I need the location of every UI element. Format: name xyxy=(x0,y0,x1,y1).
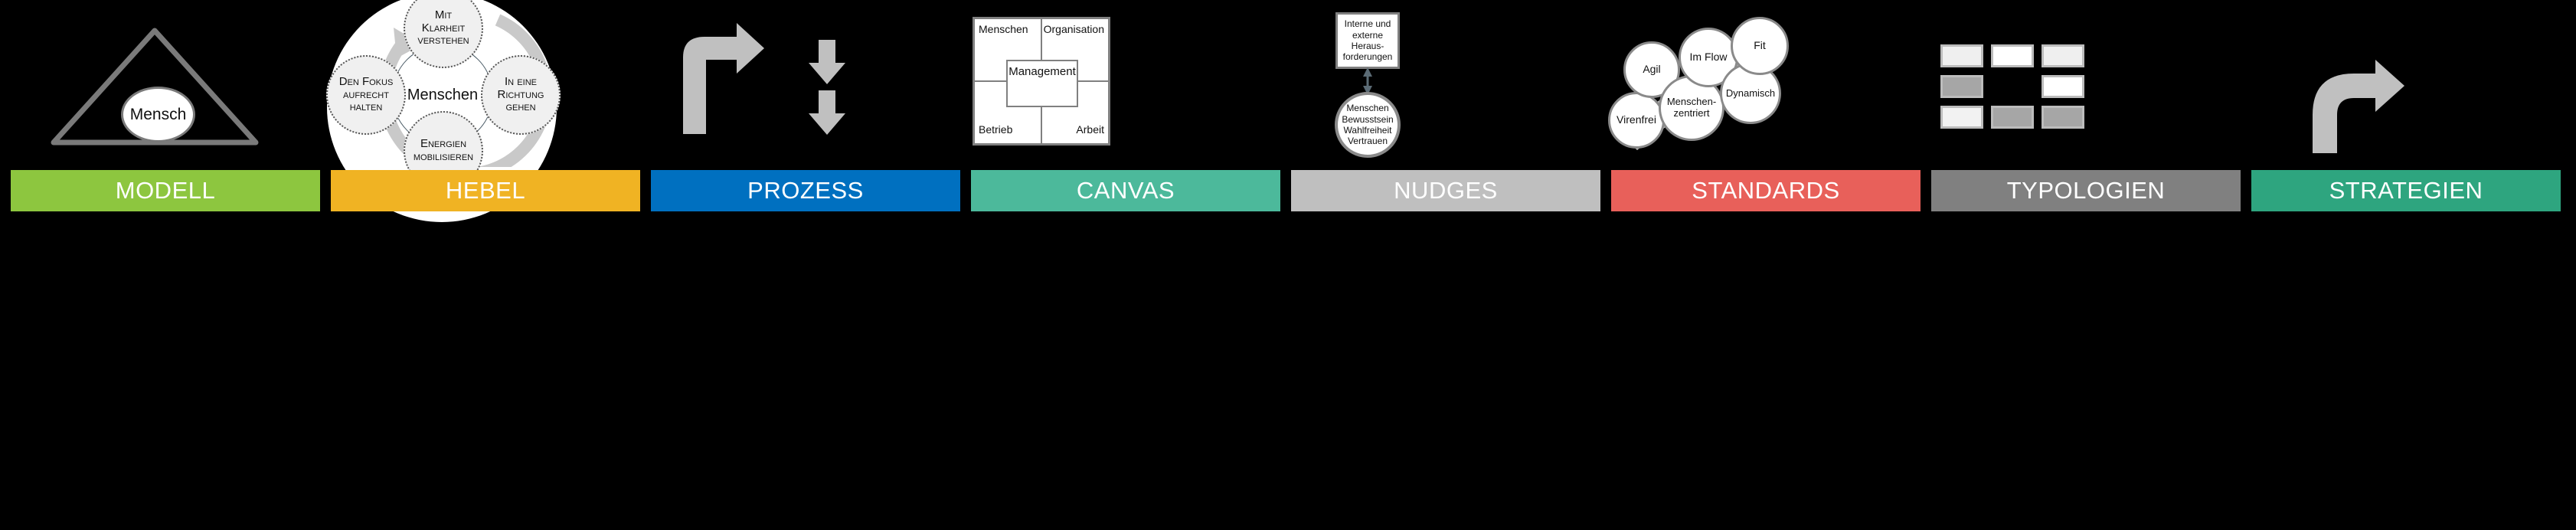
standards-circle-fit-label: Fit xyxy=(1754,39,1766,52)
standards-circle-dynamisch-label: Dynamisch xyxy=(1725,87,1776,99)
label-typologien: TYPOLOGIEN xyxy=(2006,177,2166,204)
curved-arrow-icon xyxy=(2313,60,2404,153)
label-nudges: NUDGES xyxy=(1394,177,1498,204)
typologien-tile-r1c3 xyxy=(2042,44,2084,67)
typologien-tile-r2c3 xyxy=(2042,75,2084,98)
panel-prozess: PROZESS xyxy=(651,0,960,530)
panel-typologien: TYPOLOGIEN xyxy=(1931,0,2241,530)
panel-nudges: Interne und externe Heraus- forderungen … xyxy=(1291,0,1600,530)
standards-circle-menschenzentriert-label: Menschen- zentriert xyxy=(1666,96,1717,119)
label-hebel: HEBEL xyxy=(445,177,526,204)
panel-standards: Virenfrei Agil Menschen- zentriert Im Fl… xyxy=(1608,0,1921,530)
typologien-tile-r1c2 xyxy=(1991,44,2034,67)
label-canvas: CANVAS xyxy=(1076,177,1175,204)
canvas-center-label: Management xyxy=(1008,65,1076,78)
label-bar-canvas[interactable]: CANVAS xyxy=(971,170,1280,211)
typologien-tile-r1c1 xyxy=(1940,44,1983,67)
standards-circle-fit: Fit xyxy=(1731,17,1789,75)
canvas-center-box: Management xyxy=(1006,60,1078,107)
label-bar-strategien[interactable]: STRATEGIEN xyxy=(2251,170,2561,211)
hebel-center-label: Menschen xyxy=(407,86,479,103)
label-bar-modell[interactable]: MODELL xyxy=(11,170,320,211)
nudges-circle-line-2: Bewusstsein xyxy=(1342,113,1394,125)
process-arrows-icon xyxy=(683,23,845,135)
canvas-quadrant-bottom-left-label: Betrieb xyxy=(979,123,1013,136)
hebel-satellite-right-line-1: In eine xyxy=(505,74,537,88)
prozess-graphic xyxy=(651,0,960,167)
strategien-graphic xyxy=(2251,0,2561,167)
hebel-satellite-top-line-1: Mit xyxy=(434,8,453,21)
typologien-graphic xyxy=(1931,0,2241,167)
label-prozess: PROZESS xyxy=(747,177,864,204)
typologien-tile-r3c1 xyxy=(1940,106,1983,129)
panel-canvas: Menschen Organisation Betrieb Arbeit Man… xyxy=(971,0,1280,530)
hebel-graphic: Menschen Mit Klarheit verstehen In eine … xyxy=(326,0,640,222)
panel-hebel: Menschen Mit Klarheit verstehen In eine … xyxy=(326,0,640,530)
mensch-node: Mensch xyxy=(121,87,195,142)
mensch-label: Mensch xyxy=(129,105,187,123)
canvas-graphic: Menschen Organisation Betrieb Arbeit Man… xyxy=(971,0,1280,167)
hebel-satellite-right: In eine Richtung gehen xyxy=(481,55,561,135)
typologien-tile-r3c3 xyxy=(2042,106,2084,129)
hebel-satellite-left: Den Fokus aufrecht halten xyxy=(326,55,406,135)
label-modell: MODELL xyxy=(115,177,216,204)
hebel-satellite-left-line-1: Den Fokus xyxy=(338,74,394,88)
nudges-graphic: Interne und externe Heraus- forderungen … xyxy=(1291,0,1600,167)
hebel-satellite-left-line-3: halten xyxy=(349,100,383,114)
standards-circle-agil-label: Agil xyxy=(1643,63,1661,76)
hebel-satellite-right-line-3: gehen xyxy=(505,100,536,114)
label-bar-standards[interactable]: STANDARDS xyxy=(1611,170,1921,211)
hebel-satellite-bottom-line-2: mobilisieren xyxy=(413,150,474,163)
canvas-quadrant-bottom-right-label: Arbeit xyxy=(1076,123,1104,136)
typologien-tile-r2c1 xyxy=(1940,75,1983,98)
hebel-satellite-top-line-3: verstehen xyxy=(417,34,469,47)
panel-strategien: STRATEGIEN xyxy=(2251,0,2561,530)
standards-graphic: Virenfrei Agil Menschen- zentriert Im Fl… xyxy=(1608,0,1921,167)
nudges-circle-line-3: Wahlfreiheit xyxy=(1343,125,1392,136)
label-strategien: STRATEGIEN xyxy=(2329,177,2483,204)
label-bar-typologien[interactable]: TYPOLOGIEN xyxy=(1931,170,2241,211)
label-bar-prozess[interactable]: PROZESS xyxy=(651,170,960,211)
label-standards: STANDARDS xyxy=(1692,177,1840,204)
hebel-satellite-bottom-line-1: Energien xyxy=(420,137,467,151)
standards-circle-imflow-label: Im Flow xyxy=(1689,51,1728,64)
canvas-quadrant-top-left-label: Menschen xyxy=(979,23,1028,35)
typologien-tile-r3c2 xyxy=(1991,106,2034,129)
standards-circle-virenfrei: Virenfrei xyxy=(1608,92,1665,149)
label-bar-nudges[interactable]: NUDGES xyxy=(1291,170,1600,211)
canvas-quadrant-top-right-label: Organisation xyxy=(1043,23,1104,35)
nudges-people-circle: Menschen Bewusstsein Wahlfreiheit Vertra… xyxy=(1335,92,1401,158)
hebel-satellite-top-line-2: Klarheit xyxy=(421,21,466,34)
diagram-canvas: Mensch MODELL Menschen Mit Klarheit vers… xyxy=(0,0,2576,530)
nudges-circle-line-1: Menschen xyxy=(1346,103,1389,114)
hebel-satellite-left-line-2: aufrecht xyxy=(343,87,389,101)
panel-modell: Mensch MODELL xyxy=(11,0,320,530)
modell-graphic: Mensch xyxy=(11,0,320,167)
double-arrow-icon xyxy=(1363,67,1372,95)
hebel-satellite-right-line-2: Richtung xyxy=(497,87,544,101)
nudges-circle-line-4: Vertrauen xyxy=(1347,136,1388,147)
label-bar-hebel[interactable]: HEBEL xyxy=(331,170,640,211)
standards-circle-virenfrei-label: Virenfrei xyxy=(1617,113,1656,126)
